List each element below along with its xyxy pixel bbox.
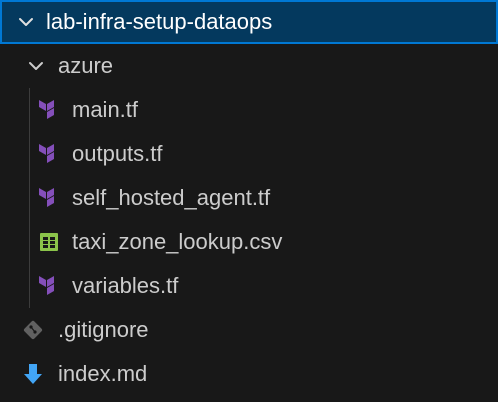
chevron-down-icon[interactable] [26,56,46,76]
root-folder-label: lab-infra-setup-dataops [46,9,273,34]
tree-file-outputs-tf[interactable]: outputs.tf [0,132,498,176]
tree-file-gitignore[interactable]: .gitignore [0,308,498,352]
file-label: variables.tf [72,273,179,298]
file-label: self_hosted_agent.tf [72,185,271,210]
tree-folder-azure[interactable]: azure [0,44,498,88]
file-explorer: lab-infra-setup-dataops azure main.tf ou… [0,0,498,402]
folder-label: azure [58,53,114,78]
file-label: main.tf [72,97,139,122]
tree-file-self-hosted-agent-tf[interactable]: self_hosted_agent.tf [0,176,498,220]
git-icon [20,317,46,343]
tree-file-main-tf[interactable]: main.tf [0,88,498,132]
tree-file-index-md[interactable]: index.md [0,352,498,396]
file-label: taxi_zone_lookup.csv [72,229,283,254]
file-label: index.md [58,361,148,386]
terraform-icon [36,273,62,299]
chevron-down-icon[interactable] [16,12,36,32]
markdown-icon [20,361,46,387]
tree-root-folder[interactable]: lab-infra-setup-dataops [0,0,498,44]
terraform-icon [36,141,62,167]
csv-icon [36,229,62,255]
file-label: .gitignore [58,317,149,342]
terraform-icon [36,97,62,123]
terraform-icon [36,185,62,211]
tree-file-variables-tf[interactable]: variables.tf [0,264,498,308]
file-label: outputs.tf [72,141,163,166]
tree-file-taxi-zone-lookup-csv[interactable]: taxi_zone_lookup.csv [0,220,498,264]
